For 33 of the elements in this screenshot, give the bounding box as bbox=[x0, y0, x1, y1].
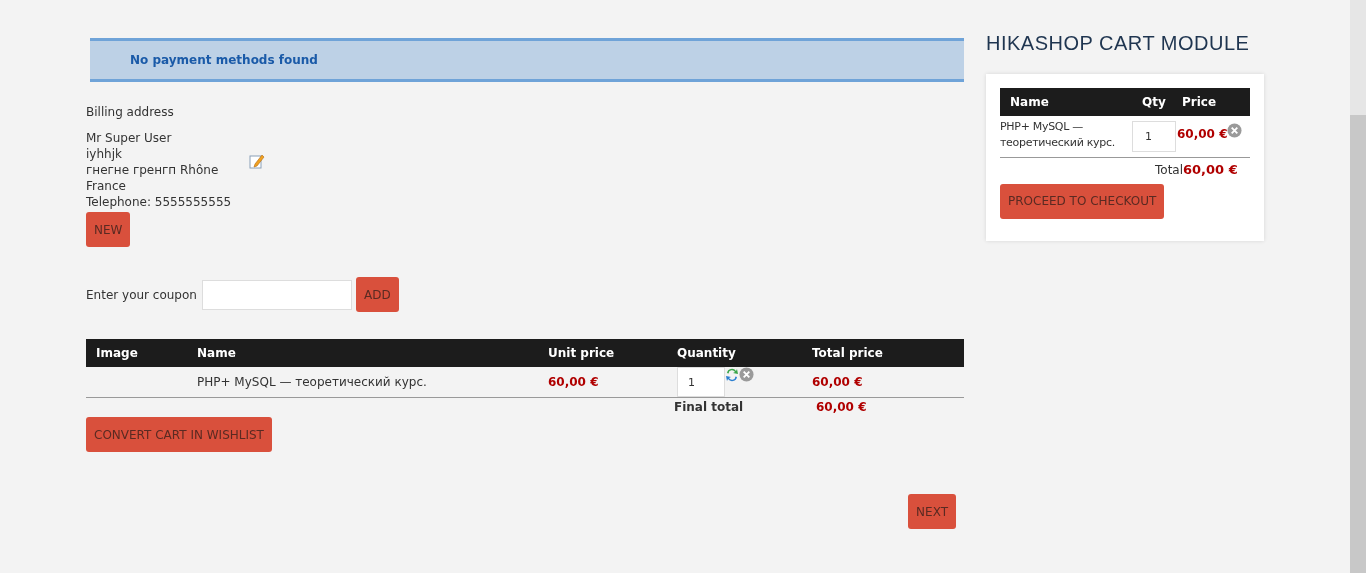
column-header: Price bbox=[1182, 95, 1217, 109]
address-line: Mr Super User bbox=[86, 130, 173, 146]
column-header: Total price bbox=[812, 346, 883, 360]
column-header: Name bbox=[197, 346, 236, 360]
coupon-label: Enter your coupon bbox=[86, 286, 197, 304]
next-button[interactable]: NEXT bbox=[908, 494, 956, 529]
column-header: Image bbox=[96, 346, 138, 360]
final-total: 60,00 € bbox=[816, 399, 867, 416]
address-line: гнегне гренгп Rhône bbox=[86, 162, 220, 178]
column-header: Name bbox=[1010, 95, 1049, 109]
column-header: Quantity bbox=[677, 346, 736, 360]
add-button[interactable]: ADD bbox=[355, 277, 399, 312]
address-line: France bbox=[86, 178, 127, 194]
cart-total: 60,00 € bbox=[1183, 161, 1238, 179]
checkout-button[interactable]: PROCEED TO CHECKOUT bbox=[1000, 183, 1165, 219]
product-name: PHP+ MySQL — теоретический курс. bbox=[1000, 120, 1115, 149]
module-title: HIKASHOP CART MODULE bbox=[986, 31, 1251, 52]
wishlist-button[interactable]: CONVERT CART IN WISHLIST bbox=[86, 417, 272, 452]
quantity-field[interactable]: 1 bbox=[1132, 121, 1176, 152]
quantity-field[interactable]: 1 bbox=[677, 367, 725, 397]
product-name: PHP+ MySQL — теоретический курс. bbox=[197, 375, 427, 389]
column-header: Qty bbox=[1142, 95, 1166, 109]
alert-message: No payment methods found bbox=[130, 52, 318, 69]
item-price: 60,00 € bbox=[1177, 126, 1228, 143]
billing-title: Billing address bbox=[86, 104, 175, 120]
total-price: 60,00 € bbox=[812, 375, 863, 389]
final-total-label: Final total bbox=[674, 400, 744, 414]
address-line: Telephone: 5555555555 bbox=[86, 194, 232, 210]
column-header: Unit price bbox=[548, 346, 615, 360]
total-label: Total bbox=[1155, 161, 1184, 179]
unit-price: 60,00 € bbox=[548, 375, 599, 389]
new-button[interactable]: NEW bbox=[86, 212, 131, 247]
address-line: iyhhjk bbox=[86, 146, 123, 162]
